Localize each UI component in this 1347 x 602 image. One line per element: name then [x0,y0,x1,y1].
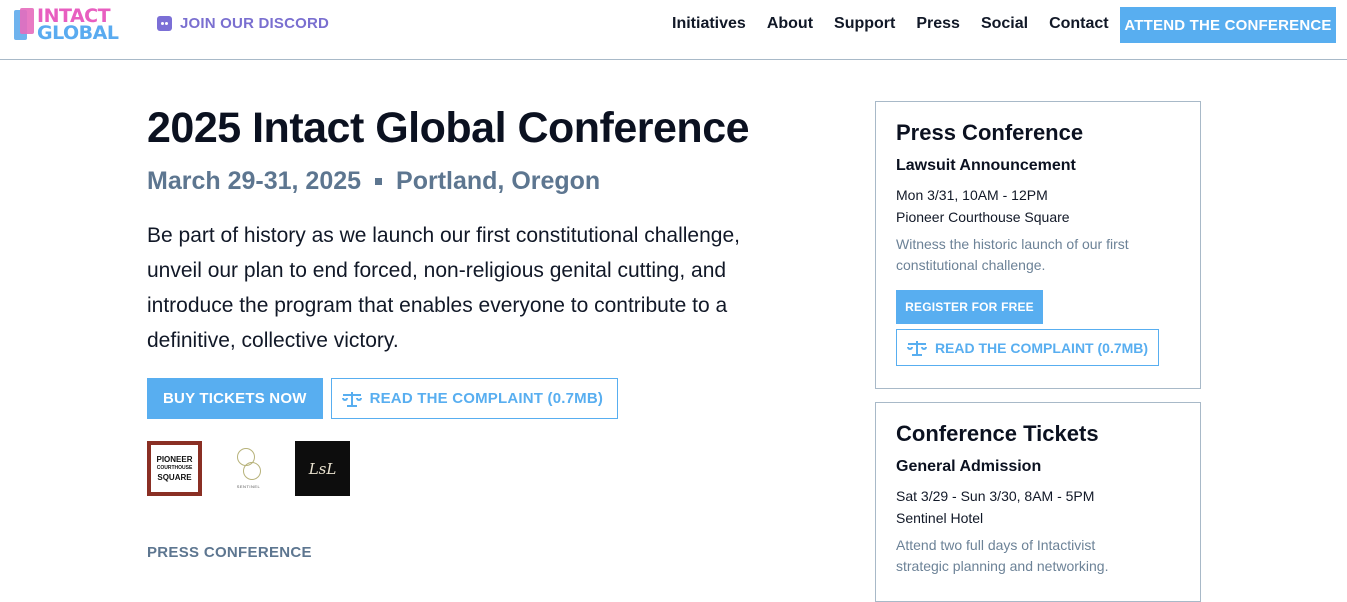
logo-word-global: GLOBAL [37,22,119,44]
register-free-button[interactable]: REGISTER FOR FREE [896,290,1043,324]
discord-label: JOIN OUR DISCORD [180,15,330,32]
scale-icon [906,340,927,356]
event-meta: March 29-31, 2025 Portland, Oregon [147,166,807,196]
tickets-card-where: Sentinel Hotel [896,510,984,526]
tickets-card-subtitle: General Admission [896,458,1042,475]
pcs-line-3: SQUARE [157,473,192,482]
nav-about[interactable]: About [767,15,813,33]
press-card-where: Pioneer Courthouse Square [896,209,1070,225]
event-date: March 29-31, 2025 [147,167,362,195]
press-card-when: Mon 3/31, 10AM - 12PM [896,187,1048,203]
discord-icon [157,16,172,31]
nav-initiatives[interactable]: Initiatives [672,15,746,33]
press-card-description: Witness the historic launch of our first… [896,236,1129,273]
lsl-logo: LsL [295,441,350,496]
conference-tickets-card: Conference Tickets General Admission Sat… [875,402,1201,602]
discord-link[interactable]: JOIN OUR DISCORD [157,15,329,32]
sentinel-logo: SENTINEL [221,441,276,496]
sentinel-mark-icon [229,448,269,484]
nav-contact[interactable]: Contact [1049,15,1109,33]
scale-icon [341,391,362,407]
press-card-subtitle: Lawsuit Announcement [896,157,1076,174]
pioneer-courthouse-square-logo: PIONEER COURTHOUSE SQUARE [147,441,202,496]
section-label-press-conference: PRESS CONFERENCE [147,544,312,561]
page-title: 2025 Intact Global Conference [147,104,750,152]
main-nav: Initiatives About Support Press Social C… [672,15,1130,33]
separator-dot [375,177,383,185]
intact-global-logo[interactable]: INTACT GLOBAL [14,7,136,43]
nav-support[interactable]: Support [834,15,895,33]
read-complaint-label: READ THE COMPLAINT (0.7MB) [369,390,604,407]
read-complaint-button[interactable]: READ THE COMPLAINT (0.7MB) [330,378,619,419]
site-header: INTACT GLOBAL JOIN OUR DISCORD Initiativ… [0,0,1347,60]
pcs-line-2: COURTHOUSE [156,465,193,471]
sentinel-word: SENTINEL [236,484,261,489]
nav-social[interactable]: Social [981,15,1028,33]
buy-tickets-button[interactable]: BUY TICKETS NOW [147,378,323,419]
tickets-card-when: Sat 3/29 - Sun 3/30, 8AM - 5PM [896,488,1095,504]
sidebar-read-complaint-button[interactable]: READ THE COMPLAINT (0.7MB) [896,329,1159,366]
attend-conference-button[interactable]: ATTEND THE CONFERENCE [1120,7,1336,43]
press-conference-card: Press Conference Lawsuit Announcement Mo… [875,101,1201,389]
press-card-title: Press Conference [896,120,1084,145]
lsl-script: LsL [308,459,337,478]
event-location: Portland, Oregon [396,167,601,195]
logo-mark-icon [14,8,34,42]
nav-press[interactable]: Press [916,15,960,33]
cta-row: BUY TICKETS NOW READ THE COMPLAINT (0.7M… [147,378,807,419]
tickets-card-description: Attend two full days of Intactivist stra… [896,537,1109,574]
intro-text: Be part of history as we launch our firs… [147,224,740,352]
tickets-card-title: Conference Tickets [896,421,1099,446]
sponsor-logos: PIONEER COURTHOUSE SQUARE SENTINEL LsL [147,441,807,496]
logo-wordmark: INTACT GLOBAL [37,7,119,44]
pcs-line-1: PIONEER [156,455,193,464]
sidebar-read-complaint-label: READ THE COMPLAINT (0.7MB) [934,339,1149,356]
main-content: 2025 Intact Global Conference March 29-3… [147,100,807,561]
